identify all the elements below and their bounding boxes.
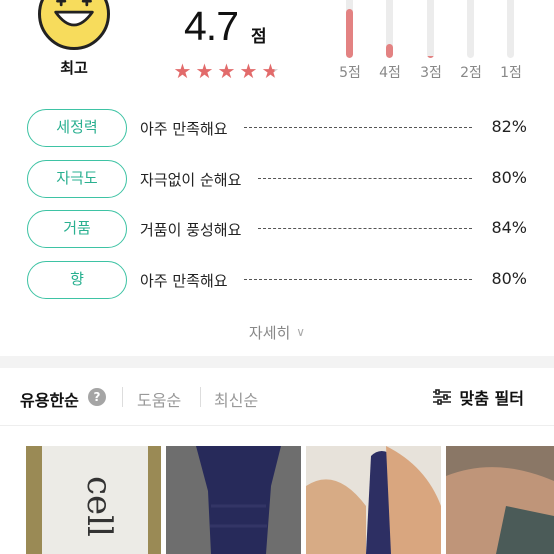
bar-label: 5점	[339, 65, 361, 81]
leader-dots	[258, 178, 472, 179]
best-face-icon	[38, 0, 110, 50]
sliders-icon	[432, 389, 451, 405]
help-icon[interactable]: ?	[88, 388, 106, 406]
bar-label: 4점	[379, 65, 401, 81]
attribute-row: 세정력 아주 만족해요 82%	[0, 108, 554, 148]
star-icon: ★	[239, 59, 258, 83]
leader-dots	[244, 127, 472, 128]
sort-separator	[122, 387, 123, 407]
filter-label: 맞춤 필터	[459, 389, 524, 408]
review-photo[interactable]	[166, 446, 301, 554]
attribute-value: 거품이 풍성해요	[140, 221, 242, 239]
sort-separator	[200, 387, 201, 407]
star-partial-icon: ★	[261, 59, 280, 83]
face-label: 최고	[60, 59, 88, 77]
sort-latest[interactable]: 최신순	[214, 387, 258, 411]
details-label: 자세히	[248, 324, 291, 342]
section-divider	[0, 356, 554, 368]
attribute-row: 거품 거품이 풍성해요 84%	[0, 209, 554, 249]
review-photos: cell	[0, 446, 554, 554]
review-photo[interactable]: cell	[26, 446, 161, 554]
score-unit: 점	[251, 27, 267, 47]
attribute-chip[interactable]: 향	[27, 261, 127, 299]
star-icon: ★	[173, 59, 192, 83]
attribute-percent: 80%	[491, 168, 527, 187]
attribute-percent: 82%	[491, 117, 527, 136]
review-photo[interactable]	[306, 446, 441, 554]
details-toggle[interactable]: 자세히 ∨	[0, 322, 554, 343]
attribute-value: 자극없이 순해요	[140, 171, 242, 189]
bar-label: 1점	[500, 65, 522, 81]
review-photo[interactable]	[446, 446, 554, 554]
rating-distribution: 5점 4점 3점 2점 1점	[330, 0, 540, 90]
attribute-percent: 80%	[491, 269, 527, 288]
bar-label: 2점	[460, 65, 482, 81]
attribute-row: 향 아주 만족해요 80%	[0, 260, 554, 300]
attribute-chip[interactable]: 자극도	[27, 160, 127, 198]
star-icon: ★	[195, 59, 214, 83]
review-sort-bar: 유용한순 ? 도움순 최신순 맞춤 필터	[0, 368, 554, 426]
average-score: 4.7	[184, 3, 239, 49]
star-rating: ★ ★ ★ ★ ★	[172, 60, 281, 82]
sort-helpful[interactable]: 도움순	[137, 387, 181, 411]
leader-dots	[258, 228, 472, 229]
attribute-chip[interactable]: 세정력	[27, 109, 127, 147]
star-icon: ★	[217, 59, 236, 83]
sort-useful[interactable]: 유용한순	[20, 387, 79, 411]
attribute-value: 아주 만족해요	[140, 272, 228, 290]
attribute-row: 자극도 자극없이 순해요 80%	[0, 159, 554, 199]
rating-summary: 최고 4.7 점 ★ ★ ★ ★ ★ 5점 4점 3점 2점 1점	[0, 0, 554, 90]
product-text: cell	[79, 476, 119, 537]
attribute-value: 아주 만족해요	[140, 120, 228, 138]
bar-label: 3점	[420, 65, 442, 81]
chevron-down-icon: ∨	[296, 325, 306, 339]
attribute-chip[interactable]: 거품	[27, 210, 127, 248]
custom-filter-button[interactable]: 맞춤 필터	[432, 386, 524, 408]
attribute-percent: 84%	[491, 218, 527, 237]
leader-dots	[244, 279, 472, 280]
